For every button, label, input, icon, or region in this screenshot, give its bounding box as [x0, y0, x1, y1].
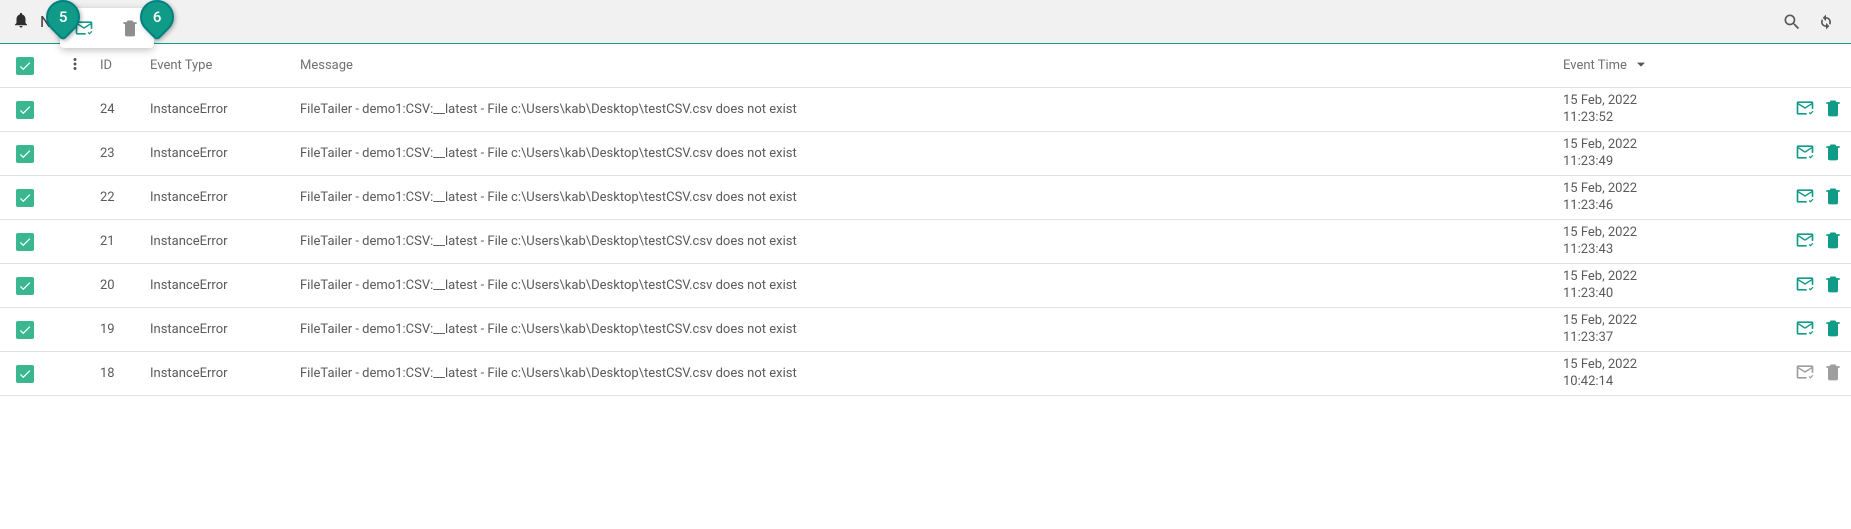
row-delete-button[interactable]	[1823, 98, 1843, 122]
row-checkbox[interactable]	[16, 277, 34, 295]
col-id[interactable]: ID	[100, 58, 150, 73]
row-event-time: 15 Feb, 202211:23:52	[1563, 93, 1763, 127]
row-event-type: InstanceError	[150, 322, 300, 337]
row-id: 19	[100, 322, 150, 337]
row-checkbox[interactable]	[16, 145, 34, 163]
row-message: FileTailer - demo1:CSV:__latest - File c…	[300, 278, 1563, 293]
row-id: 21	[100, 234, 150, 249]
row-event-type: InstanceError	[150, 366, 300, 381]
annotation-pin: 5	[46, 0, 80, 34]
table-row: 24InstanceErrorFileTailer - demo1:CSV:__…	[0, 88, 1851, 132]
row-mark-read-button[interactable]	[1795, 362, 1815, 386]
table-row: 21InstanceErrorFileTailer - demo1:CSV:__…	[0, 220, 1851, 264]
row-event-type: InstanceError	[150, 234, 300, 249]
notifications-table: ID Event Type Message Event Time 24Insta…	[0, 44, 1851, 396]
col-event-time[interactable]: Event Time	[1563, 56, 1763, 76]
row-checkbox[interactable]	[16, 321, 34, 339]
row-delete-button[interactable]	[1823, 362, 1843, 386]
table-row: 18InstanceErrorFileTailer - demo1:CSV:__…	[0, 352, 1851, 396]
row-delete-button[interactable]	[1823, 186, 1843, 210]
row-event-type: InstanceError	[150, 146, 300, 161]
row-delete-button[interactable]	[1823, 230, 1843, 254]
table-row: 22InstanceErrorFileTailer - demo1:CSV:__…	[0, 176, 1851, 220]
row-message: FileTailer - demo1:CSV:__latest - File c…	[300, 102, 1563, 117]
table-row: 19InstanceErrorFileTailer - demo1:CSV:__…	[0, 308, 1851, 352]
table-row: 20InstanceErrorFileTailer - demo1:CSV:__…	[0, 264, 1851, 308]
row-event-time: 15 Feb, 202211:23:40	[1563, 269, 1763, 303]
row-message: FileTailer - demo1:CSV:__latest - File c…	[300, 190, 1563, 205]
row-mark-read-button[interactable]	[1795, 98, 1815, 122]
pin-number: 6	[153, 8, 162, 26]
row-checkbox[interactable]	[16, 365, 34, 383]
row-mark-read-button[interactable]	[1795, 142, 1815, 166]
row-mark-read-button[interactable]	[1795, 274, 1815, 298]
col-event-time-label: Event Time	[1563, 58, 1627, 73]
pin-number: 5	[59, 8, 68, 26]
col-event-type[interactable]: Event Type	[150, 58, 300, 73]
sort-desc-icon	[1633, 56, 1649, 76]
header-menu-button[interactable]	[66, 55, 84, 77]
row-event-time: 15 Feb, 202210:42:14	[1563, 357, 1763, 391]
row-delete-button[interactable]	[1823, 274, 1843, 298]
row-event-type: InstanceError	[150, 278, 300, 293]
row-delete-button[interactable]	[1823, 318, 1843, 342]
row-message: FileTailer - demo1:CSV:__latest - File c…	[300, 322, 1563, 337]
row-event-time: 15 Feb, 202211:23:37	[1563, 313, 1763, 347]
row-mark-read-button[interactable]	[1795, 230, 1815, 254]
page-header: Notifications	[0, 0, 1851, 44]
row-mark-read-button[interactable]	[1795, 186, 1815, 210]
row-id: 20	[100, 278, 150, 293]
refresh-button[interactable]	[1809, 5, 1843, 39]
row-id: 22	[100, 190, 150, 205]
row-checkbox[interactable]	[16, 233, 34, 251]
row-mark-read-button[interactable]	[1795, 318, 1815, 342]
table-header: ID Event Type Message Event Time	[0, 44, 1851, 88]
search-button[interactable]	[1775, 5, 1809, 39]
row-id: 23	[100, 146, 150, 161]
row-checkbox[interactable]	[16, 189, 34, 207]
row-event-type: InstanceError	[150, 190, 300, 205]
row-event-type: InstanceError	[150, 102, 300, 117]
table-row: 23InstanceErrorFileTailer - demo1:CSV:__…	[0, 132, 1851, 176]
annotation-pin: 6	[140, 0, 174, 34]
bell-icon	[12, 11, 30, 33]
row-message: FileTailer - demo1:CSV:__latest - File c…	[300, 146, 1563, 161]
row-checkbox[interactable]	[16, 101, 34, 119]
select-all-checkbox[interactable]	[16, 57, 34, 75]
row-message: FileTailer - demo1:CSV:__latest - File c…	[300, 234, 1563, 249]
row-message: FileTailer - demo1:CSV:__latest - File c…	[300, 366, 1563, 381]
row-event-time: 15 Feb, 202211:23:49	[1563, 137, 1763, 171]
row-id: 18	[100, 366, 150, 381]
row-id: 24	[100, 102, 150, 117]
row-delete-button[interactable]	[1823, 142, 1843, 166]
row-event-time: 15 Feb, 202211:23:43	[1563, 225, 1763, 259]
row-event-time: 15 Feb, 202211:23:46	[1563, 181, 1763, 215]
col-message[interactable]: Message	[300, 58, 1563, 73]
